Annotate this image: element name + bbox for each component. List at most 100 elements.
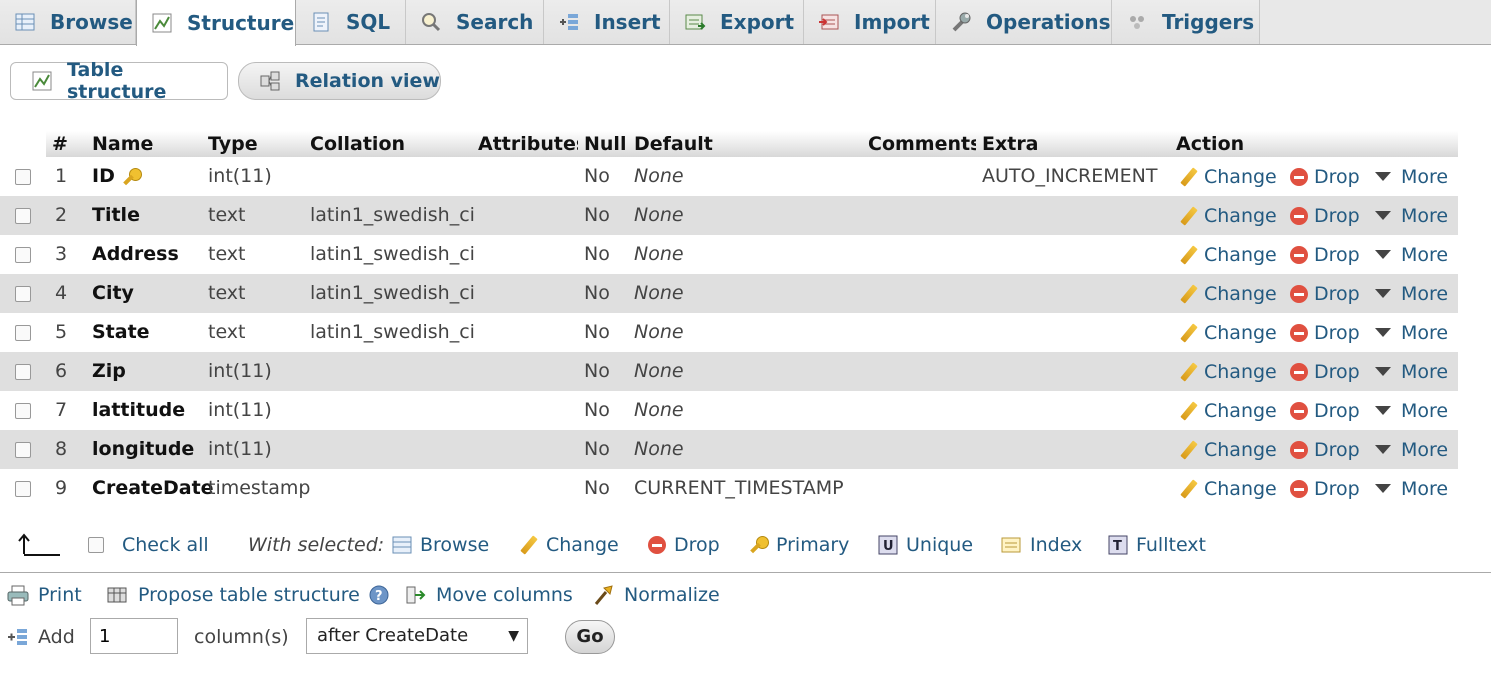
change-button[interactable]: Change bbox=[1178, 391, 1277, 430]
move-columns-link[interactable]: Move columns bbox=[404, 580, 573, 610]
bulk-browse-button[interactable]: Browse bbox=[392, 528, 489, 562]
header-type[interactable]: Type bbox=[202, 131, 304, 157]
table-row: 8 longitude int(11) No None Change Drop More bbox=[0, 430, 1458, 469]
change-button[interactable]: Change bbox=[1178, 469, 1277, 508]
more-button[interactable]: More bbox=[1375, 196, 1448, 235]
drop-icon bbox=[1290, 440, 1308, 459]
row-checkbox[interactable] bbox=[15, 247, 31, 263]
drop-button[interactable]: Drop bbox=[1290, 157, 1360, 196]
print-label: Print bbox=[38, 584, 82, 606]
more-button[interactable]: More bbox=[1375, 313, 1448, 352]
field-default: None bbox=[634, 243, 684, 265]
row-checkbox[interactable] bbox=[15, 169, 31, 185]
field-name[interactable]: lattitude bbox=[92, 391, 185, 430]
help-icon[interactable]: ? bbox=[368, 584, 390, 606]
tab-browse[interactable]: Browse bbox=[0, 0, 136, 44]
change-button[interactable]: Change bbox=[1178, 313, 1277, 352]
row-checkbox[interactable] bbox=[15, 442, 31, 458]
header-attributes[interactable]: Attributes bbox=[472, 131, 587, 157]
change-button[interactable]: Change bbox=[1178, 196, 1277, 235]
svg-text:T: T bbox=[1113, 539, 1122, 554]
change-label: Change bbox=[1204, 282, 1277, 305]
tab-triggers[interactable]: Triggers bbox=[1112, 0, 1260, 44]
more-button[interactable]: More bbox=[1375, 235, 1448, 274]
field-name[interactable]: Zip bbox=[92, 352, 126, 391]
row-checkbox[interactable] bbox=[15, 208, 31, 224]
field-null: No bbox=[584, 243, 610, 265]
check-all-checkbox[interactable] bbox=[88, 537, 104, 553]
change-button[interactable]: Change bbox=[1178, 274, 1277, 313]
header-extra[interactable]: Extra bbox=[976, 131, 1170, 157]
drop-button[interactable]: Drop bbox=[1290, 274, 1360, 313]
row-checkbox[interactable] bbox=[15, 325, 31, 341]
change-button[interactable]: Change bbox=[1178, 430, 1277, 469]
more-button[interactable]: More bbox=[1375, 274, 1448, 313]
row-number: 5 bbox=[55, 321, 68, 343]
drop-button[interactable]: Drop bbox=[1290, 313, 1360, 352]
tab-export[interactable]: Export bbox=[670, 0, 804, 44]
more-button[interactable]: More bbox=[1375, 430, 1448, 469]
more-label: More bbox=[1401, 438, 1449, 461]
row-checkbox[interactable] bbox=[15, 286, 31, 302]
row-checkbox[interactable] bbox=[15, 403, 31, 419]
header-collation[interactable]: Collation bbox=[304, 131, 472, 157]
propose-structure-link[interactable]: Propose table structure ? bbox=[106, 580, 390, 610]
header-null[interactable]: Null bbox=[578, 131, 628, 157]
add-position-select[interactable]: after CreateDate ▼ bbox=[306, 618, 528, 654]
field-name[interactable]: Title bbox=[92, 196, 140, 235]
header-comments[interactable]: Comments bbox=[862, 131, 981, 157]
bulk-index-button[interactable]: Index bbox=[1000, 528, 1082, 562]
more-button[interactable]: More bbox=[1375, 391, 1448, 430]
normalize-link[interactable]: Normalize bbox=[592, 580, 720, 610]
row-checkbox[interactable] bbox=[15, 364, 31, 380]
field-default: None bbox=[634, 165, 684, 187]
field-name[interactable]: City bbox=[92, 274, 134, 313]
field-name[interactable]: longitude bbox=[92, 430, 194, 469]
drop-button[interactable]: Drop bbox=[1290, 196, 1360, 235]
bulk-unique-label: Unique bbox=[906, 534, 974, 556]
field-null: No bbox=[584, 204, 610, 226]
drop-button[interactable]: Drop bbox=[1290, 352, 1360, 391]
drop-button[interactable]: Drop bbox=[1290, 235, 1360, 274]
tab-sql[interactable]: SQL bbox=[296, 0, 406, 44]
field-name[interactable]: Address bbox=[92, 235, 179, 274]
field-name[interactable]: State bbox=[92, 313, 150, 352]
tab-import[interactable]: Import bbox=[804, 0, 936, 44]
drop-button[interactable]: Drop bbox=[1290, 391, 1360, 430]
field-name-text: CreateDate bbox=[92, 477, 214, 499]
header-name[interactable]: Name bbox=[86, 131, 202, 157]
more-button[interactable]: More bbox=[1375, 157, 1448, 196]
header-default[interactable]: Default bbox=[628, 131, 862, 157]
drop-button[interactable]: Drop bbox=[1290, 469, 1360, 508]
tab-insert[interactable]: Insert bbox=[544, 0, 670, 44]
add-columns-count-input[interactable] bbox=[90, 618, 178, 654]
tab-search[interactable]: Search bbox=[406, 0, 544, 44]
tab-structure[interactable]: Structure bbox=[136, 0, 296, 46]
field-default: None bbox=[634, 321, 684, 343]
bulk-fulltext-button[interactable]: T Fulltext bbox=[1108, 528, 1206, 562]
more-button[interactable]: More bbox=[1375, 352, 1448, 391]
field-name[interactable]: CreateDate bbox=[92, 469, 214, 508]
drop-icon bbox=[648, 536, 666, 554]
more-button[interactable]: More bbox=[1375, 469, 1448, 508]
subtab-relation-view[interactable]: Relation view bbox=[238, 62, 441, 100]
row-checkbox[interactable] bbox=[15, 481, 31, 497]
tab-operations[interactable]: Operations bbox=[936, 0, 1112, 44]
subtab-table-structure[interactable]: Table structure bbox=[10, 59, 228, 103]
check-all[interactable]: Check all bbox=[88, 528, 209, 562]
bulk-drop-button[interactable]: Drop bbox=[648, 528, 720, 562]
print-link[interactable]: Print bbox=[6, 580, 82, 610]
tab-label: Import bbox=[854, 10, 930, 34]
bulk-primary-button[interactable]: Primary bbox=[748, 528, 849, 562]
change-button[interactable]: Change bbox=[1178, 157, 1277, 196]
drop-button[interactable]: Drop bbox=[1290, 430, 1360, 469]
bulk-unique-button[interactable]: U Unique bbox=[878, 528, 973, 562]
change-button[interactable]: Change bbox=[1178, 235, 1277, 274]
pencil-icon bbox=[1178, 245, 1198, 265]
field-name-text: City bbox=[92, 282, 134, 304]
change-button[interactable]: Change bbox=[1178, 352, 1277, 391]
field-name[interactable]: ID bbox=[92, 157, 143, 196]
bulk-change-button[interactable]: Change bbox=[518, 528, 619, 562]
go-button[interactable]: Go bbox=[565, 620, 615, 654]
field-null: No bbox=[584, 282, 610, 304]
